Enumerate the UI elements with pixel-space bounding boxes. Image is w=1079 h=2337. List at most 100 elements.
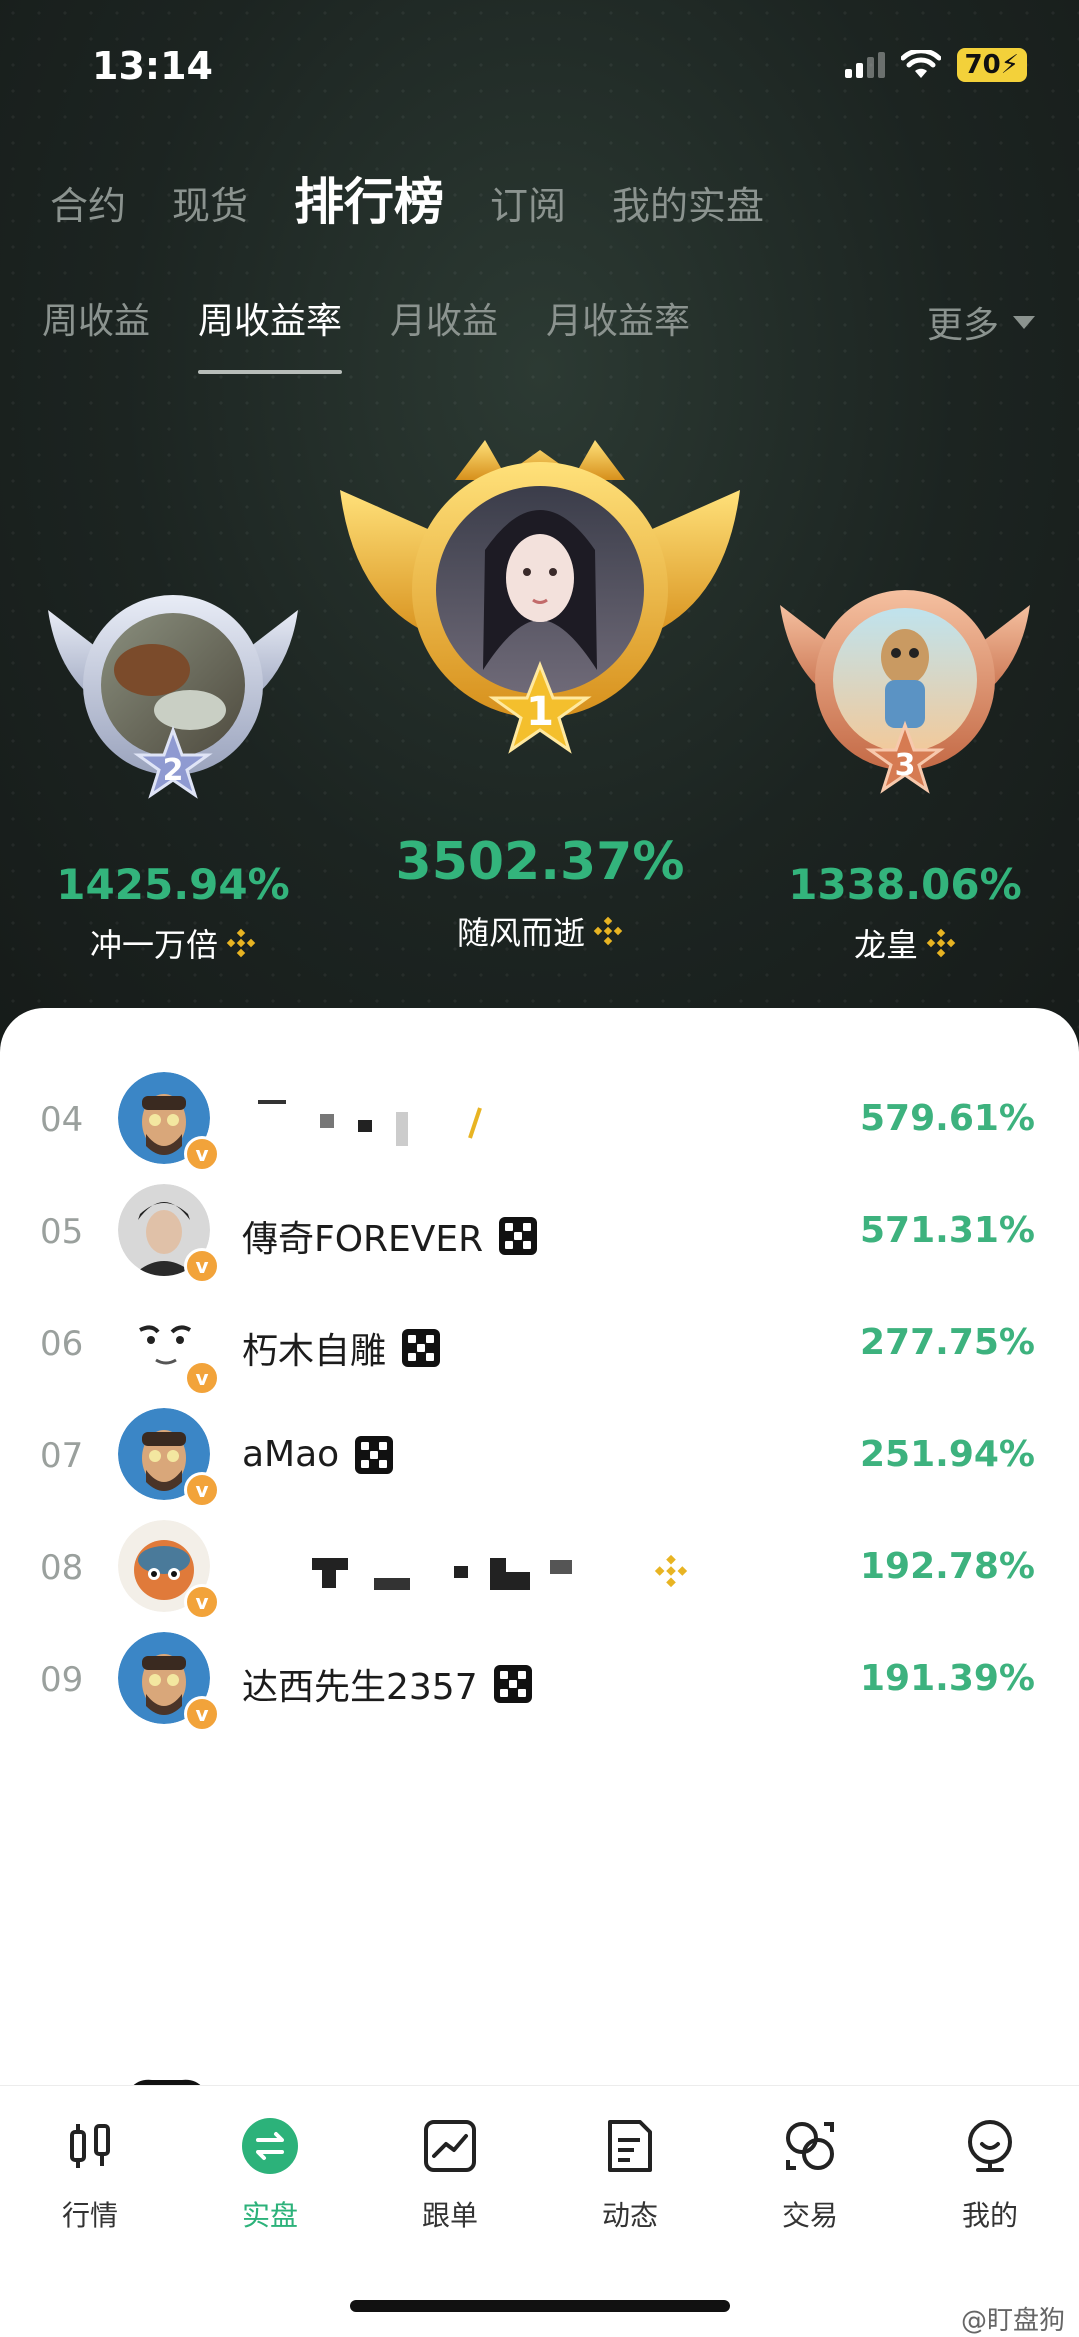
profile-icon bbox=[968, 2120, 1012, 2172]
document-icon bbox=[608, 2120, 652, 2172]
list-item[interactable]: 06 v 朽木自雕 277.75% bbox=[0, 1288, 1079, 1400]
rank-number: 09 bbox=[40, 1660, 84, 1700]
rank-number: 07 bbox=[40, 1436, 84, 1476]
tab-spot[interactable]: 现货 bbox=[172, 175, 248, 230]
vip-badge: v bbox=[184, 1472, 220, 1508]
ranking-list: 04 v 579.61% 05 v 傳奇FOREVER 571.31% 06 v bbox=[0, 1008, 1079, 2088]
return-percent: 251.94% bbox=[860, 1434, 1035, 1475]
nav-feed[interactable]: 动态 bbox=[570, 2116, 690, 2234]
rank-3-label: 3 bbox=[895, 748, 916, 783]
nav-label: 跟单 bbox=[421, 2199, 478, 2232]
binance-icon bbox=[654, 1554, 688, 1588]
rank-number: 06 bbox=[40, 1324, 84, 1364]
signal-icon bbox=[844, 52, 885, 78]
list-item[interactable]: 05 v 傳奇FOREVER 571.31% bbox=[0, 1176, 1079, 1288]
avatar: v bbox=[118, 1520, 220, 1620]
bronze-medal[interactable]: 3 bbox=[772, 575, 1038, 815]
list-item[interactable]: 09 v 达西先生2357 191.39% bbox=[0, 1624, 1079, 1736]
return-percent: 571.31% bbox=[860, 1210, 1035, 1251]
return-percent: 579.61% bbox=[860, 1098, 1035, 1139]
first-return: 3502.37% bbox=[395, 832, 685, 892]
dice-icon bbox=[499, 1217, 538, 1255]
return-percent: 191.39% bbox=[860, 1658, 1035, 1699]
nav-copy-trade[interactable]: 跟单 bbox=[390, 2116, 510, 2234]
sub-tabs: 周收益 周收益率 月收益 月收益率 bbox=[42, 292, 738, 374]
avatar: v bbox=[118, 1408, 220, 1508]
dice-icon bbox=[355, 1435, 394, 1474]
redacted-name-blocks bbox=[312, 1558, 572, 1590]
main-tabs: 合约 现货 排行榜 订阅 我的实盘 bbox=[50, 162, 810, 234]
wifi-icon bbox=[900, 50, 941, 78]
nav-live[interactable]: 实盘 bbox=[210, 2116, 330, 2234]
battery-indicator: 70⚡ bbox=[956, 48, 1027, 82]
vip-badge: v bbox=[184, 1248, 220, 1284]
second-return: 1425.94% bbox=[56, 860, 290, 909]
nav-trade[interactable]: 交易 bbox=[750, 2116, 870, 2234]
vip-badge: v bbox=[184, 1696, 220, 1732]
home-indicator[interactable] bbox=[350, 2300, 730, 2312]
chevron-down-icon bbox=[1013, 315, 1035, 329]
rank-1-label: 1 bbox=[526, 689, 554, 735]
exchange-icon bbox=[786, 2122, 834, 2170]
avatar: v bbox=[118, 1184, 220, 1284]
second-name[interactable]: 冲一万倍 bbox=[40, 920, 306, 966]
chart-trend-icon bbox=[424, 2120, 476, 2172]
avatar: v bbox=[118, 1296, 220, 1396]
nav-label: 我的 bbox=[961, 2199, 1018, 2232]
username bbox=[242, 1098, 486, 1148]
silver-medal[interactable]: 2 bbox=[40, 590, 306, 820]
more-dropdown[interactable]: 更多 bbox=[927, 296, 1035, 348]
watermark: @盯盘狗 bbox=[960, 2306, 1065, 2336]
third-name[interactable]: 龙皇 bbox=[772, 920, 1038, 966]
nav-label: 动态 bbox=[601, 2199, 658, 2232]
tab-weekly-return[interactable]: 周收益率 bbox=[198, 292, 343, 374]
status-time: 13:14 bbox=[92, 44, 213, 88]
rank-number: 08 bbox=[40, 1548, 84, 1588]
more-label: 更多 bbox=[926, 305, 999, 346]
nav-market[interactable]: 行情 bbox=[30, 2116, 150, 2234]
rank-number: 05 bbox=[40, 1212, 84, 1252]
first-name[interactable]: 随风而逝 bbox=[370, 908, 710, 954]
tab-contract[interactable]: 合约 bbox=[50, 175, 126, 230]
avatar: v bbox=[118, 1632, 220, 1732]
vip-badge: v bbox=[184, 1584, 220, 1620]
rank-2-label: 2 bbox=[163, 753, 184, 788]
vip-badge: v bbox=[184, 1360, 220, 1396]
list-item[interactable]: 07 v aMao 251.94% bbox=[0, 1400, 1079, 1512]
binance-icon bbox=[226, 928, 256, 958]
rank-number: 04 bbox=[40, 1100, 84, 1140]
binance-icon bbox=[926, 928, 956, 958]
status-icons: 70⚡ bbox=[844, 48, 1027, 82]
tab-monthly-return[interactable]: 月收益率 bbox=[546, 292, 690, 344]
username: 达西先生2357 bbox=[242, 1658, 532, 1710]
swap-icon bbox=[242, 2118, 298, 2174]
tab-subscribe[interactable]: 订阅 bbox=[490, 175, 566, 230]
list-item[interactable]: 04 v 579.61% bbox=[0, 1064, 1079, 1176]
return-percent: 192.78% bbox=[860, 1546, 1035, 1587]
username: aMao bbox=[242, 1434, 394, 1475]
nav-profile[interactable]: 我的 bbox=[930, 2116, 1050, 2234]
redacted-name-blocks bbox=[258, 1100, 408, 1146]
nav-label: 实盘 bbox=[241, 2199, 298, 2232]
username: 傳奇FOREVER bbox=[242, 1210, 538, 1262]
list-item[interactable]: 08 v 192.78% bbox=[0, 1512, 1079, 1624]
dice-icon bbox=[493, 1665, 532, 1703]
candlestick-icon bbox=[70, 2124, 110, 2168]
tab-weekly-profit[interactable]: 周收益 bbox=[42, 292, 150, 344]
dice-icon bbox=[402, 1329, 441, 1367]
ranking-header: 13:14 70⚡ 合约 现货 排行榜 订阅 我的实盘 周收益 周收益率 月收益… bbox=[0, 0, 1079, 1060]
binance-icon bbox=[593, 916, 623, 946]
tab-my-live[interactable]: 我的实盘 bbox=[612, 175, 764, 230]
gold-medal[interactable]: 1 bbox=[335, 440, 745, 780]
third-return: 1338.06% bbox=[788, 860, 1022, 909]
username bbox=[242, 1546, 688, 1596]
nav-label: 行情 bbox=[61, 2199, 118, 2232]
username: 朽木自雕 bbox=[242, 1322, 441, 1374]
return-percent: 277.75% bbox=[860, 1322, 1035, 1363]
vip-badge: v bbox=[184, 1136, 220, 1172]
nav-label: 交易 bbox=[781, 2199, 838, 2232]
tab-monthly-profit[interactable]: 月收益 bbox=[390, 292, 498, 344]
binance-icon bbox=[468, 1107, 482, 1139]
avatar: v bbox=[118, 1072, 220, 1172]
tab-leaderboard[interactable]: 排行榜 bbox=[294, 162, 444, 234]
